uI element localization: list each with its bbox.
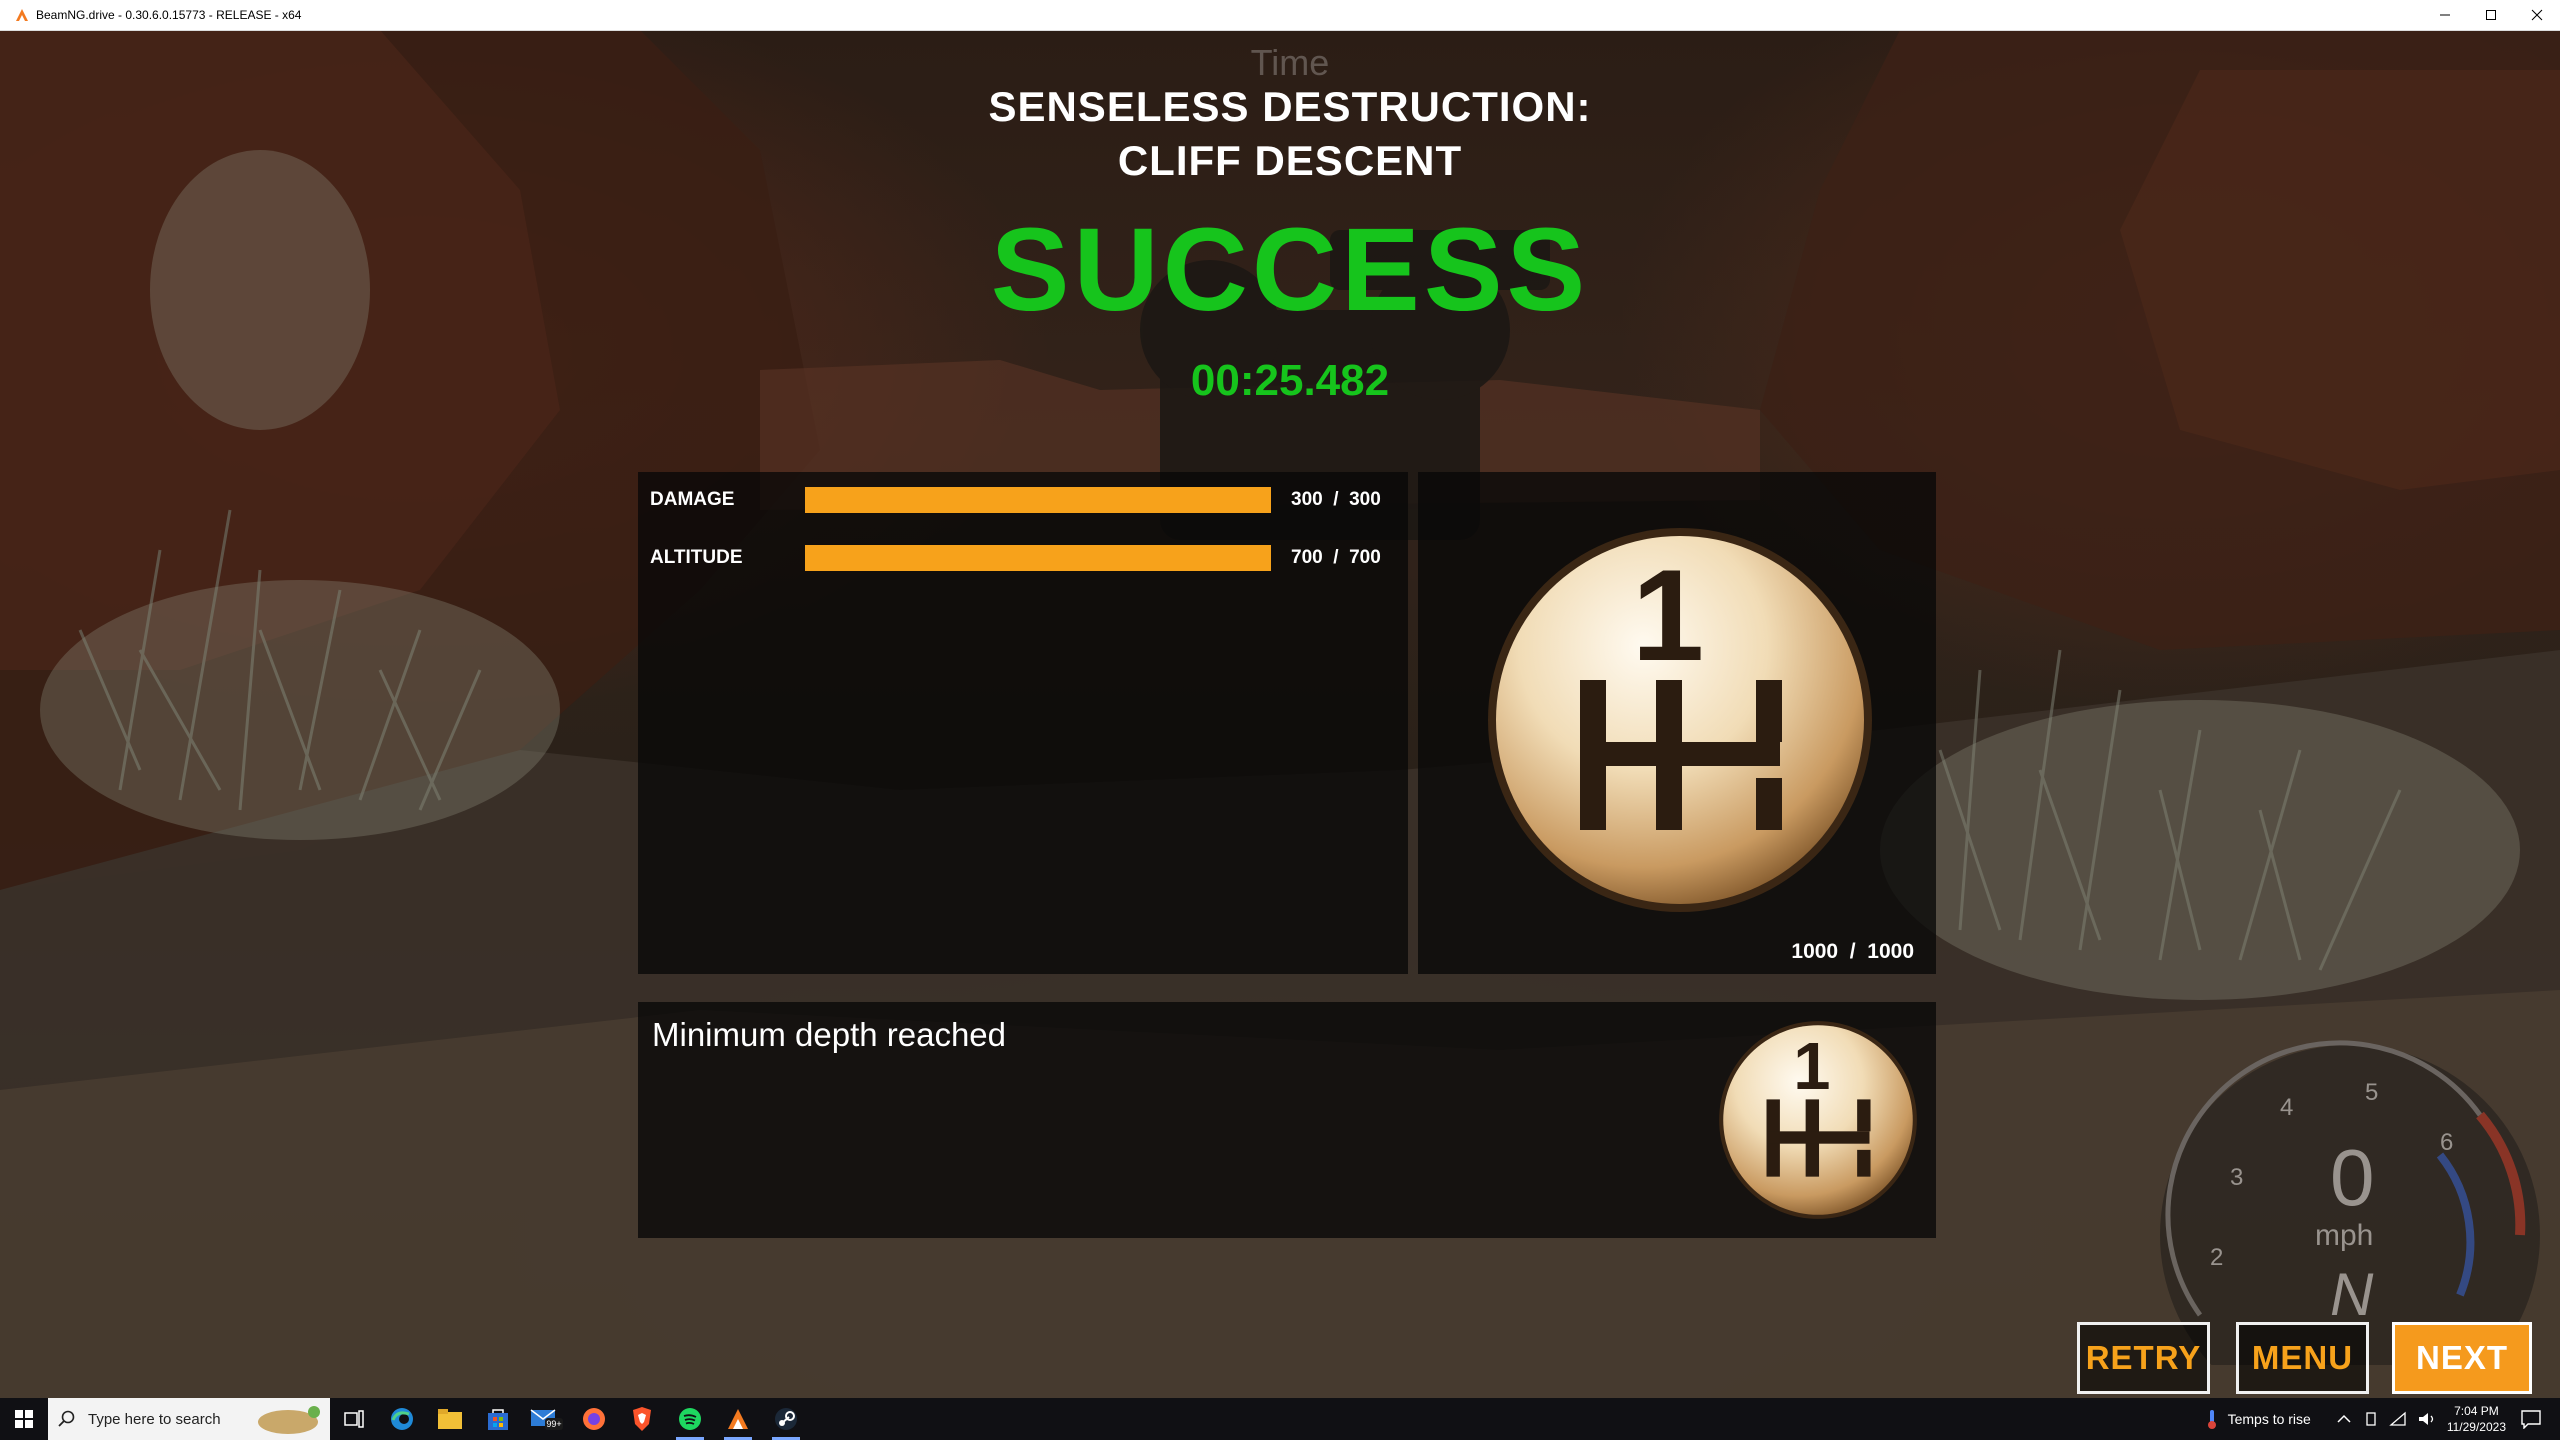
taskbar-steam[interactable] [762, 1398, 810, 1440]
medal-gear-digit: 1 [1632, 542, 1704, 688]
stat-label: DAMAGE [650, 489, 735, 510]
taskbar-edge[interactable] [378, 1398, 426, 1440]
objective-gear-digit: 1 [1793, 1029, 1830, 1104]
weather-text[interactable]: Temps to rise [2228, 1411, 2311, 1427]
next-button[interactable]: NEXT [2392, 1322, 2532, 1394]
mail-icon: 99+ [530, 1409, 563, 1430]
objective-panel: Minimum depth reached 1 [638, 1002, 1936, 1238]
minimize-icon [2440, 14, 2450, 16]
gauge-mark: 3 [2230, 1164, 2243, 1191]
search-highlight-art-icon [258, 1406, 320, 1434]
mission-title-line1: SENSELESS DESTRUCTION: [988, 83, 1592, 130]
task-view-button[interactable] [330, 1398, 378, 1440]
beamng-taskbar-icon [728, 1409, 748, 1429]
clock-date: 11/29/2023 [2446, 1420, 2506, 1434]
taskbar-brave[interactable] [618, 1398, 666, 1440]
system-tray: Temps to rise 7:04 PM 11/29/2023 [2204, 1398, 2560, 1440]
notification-center-icon[interactable] [2520, 1409, 2542, 1429]
stat-value: 300 / 300 [1291, 489, 1381, 510]
stat-row-altitude: ALTITUDE 700 / 700 [650, 544, 1381, 572]
hud-time-label: Time [1250, 42, 1330, 83]
stat-row-damage: DAMAGE 300 / 300 [650, 486, 1381, 514]
speedometer-gauge: 2 3 4 5 6 0 mph N [2160, 1040, 2540, 1365]
window-title-bar: BeamNG.drive - 0.30.6.0.15773 - RELEASE … [0, 0, 2560, 31]
progress-bar [805, 487, 1271, 513]
taskbar: Type here to search 99+ Temps to rise 7:… [0, 1398, 2560, 1440]
spotify-icon [679, 1408, 701, 1430]
mission-time: 00:25.482 [1190, 356, 1390, 405]
search-placeholder: Type here to search [88, 1410, 221, 1428]
progress-bar [805, 545, 1271, 571]
network-icon[interactable] [2389, 1411, 2407, 1427]
maximize-icon [2486, 10, 2496, 20]
taskbar-beamng[interactable] [714, 1398, 762, 1440]
gear-shift-pattern-icon: 1 [1719, 1021, 1917, 1219]
taskbar-spotify[interactable] [666, 1398, 714, 1440]
taskbar-file-explorer[interactable] [426, 1398, 474, 1440]
mail-badge: 99+ [546, 1419, 561, 1429]
steam-icon [775, 1408, 797, 1430]
store-icon [488, 1409, 508, 1430]
medal-score: 1000 / 1000 [1791, 940, 1914, 963]
objective-text: Minimum depth reached [652, 1016, 1007, 1053]
search-icon [58, 1410, 75, 1427]
gauge-mark: 4 [2280, 1094, 2293, 1121]
close-icon [2531, 9, 2543, 21]
file-explorer-icon [438, 1409, 462, 1429]
mission-result: SUCCESS [990, 204, 1590, 336]
thermometer-icon [2207, 1410, 2216, 1429]
mission-title: SENSELESS DESTRUCTION: CLIFF DESCENT [880, 80, 1700, 188]
gear-shift-pattern-icon: 1 [1488, 528, 1872, 912]
retry-button[interactable]: RETRY [2077, 1322, 2210, 1394]
speed-value: 0 [2330, 1133, 2375, 1222]
maximize-button[interactable] [2468, 0, 2514, 30]
task-view-icon [344, 1410, 364, 1428]
window-title: BeamNG.drive - 0.30.6.0.15773 - RELEASE … [36, 8, 302, 22]
beamng-app-icon [16, 9, 28, 21]
menu-button[interactable]: MENU [2236, 1322, 2369, 1394]
mission-title-line2: CLIFF DESCENT [1117, 137, 1463, 184]
volume-icon[interactable] [2417, 1411, 2437, 1427]
brave-icon [633, 1407, 651, 1431]
clock-time: 7:04 PM [2454, 1404, 2499, 1418]
progress-bar-fill [805, 487, 1271, 513]
chevron-up-icon[interactable] [2337, 1414, 2351, 1424]
windows-logo-icon [15, 1410, 33, 1428]
gauge-mark: 6 [2440, 1129, 2453, 1156]
gauge-mark: 2 [2210, 1244, 2223, 1271]
start-button[interactable] [0, 1398, 48, 1440]
gauge-mark: 5 [2365, 1079, 2378, 1106]
stat-label: ALTITUDE [650, 547, 743, 568]
usb-device-icon[interactable] [2363, 1411, 2379, 1427]
stats-panel: DAMAGE 300 / 300 ALTITUDE 700 / 700 [638, 472, 1408, 974]
minimize-button[interactable] [2422, 0, 2468, 30]
taskbar-mail[interactable]: 99+ [522, 1398, 570, 1440]
edge-browser-icon [391, 1408, 413, 1430]
stat-value: 700 / 700 [1291, 547, 1381, 568]
speed-unit: mph [2315, 1219, 2373, 1252]
close-window-button[interactable] [2514, 0, 2560, 30]
taskbar-clock[interactable]: 7:04 PM 11/29/2023 [2447, 1403, 2506, 1435]
current-gear: N [2330, 1261, 2374, 1328]
taskbar-store[interactable] [474, 1398, 522, 1440]
taskbar-search-box[interactable]: Type here to search [48, 1398, 330, 1440]
progress-bar-fill [805, 545, 1271, 571]
medal-panel: 1 1000 / 1000 [1418, 472, 1936, 974]
firefox-icon [583, 1408, 605, 1430]
taskbar-firefox[interactable] [570, 1398, 618, 1440]
